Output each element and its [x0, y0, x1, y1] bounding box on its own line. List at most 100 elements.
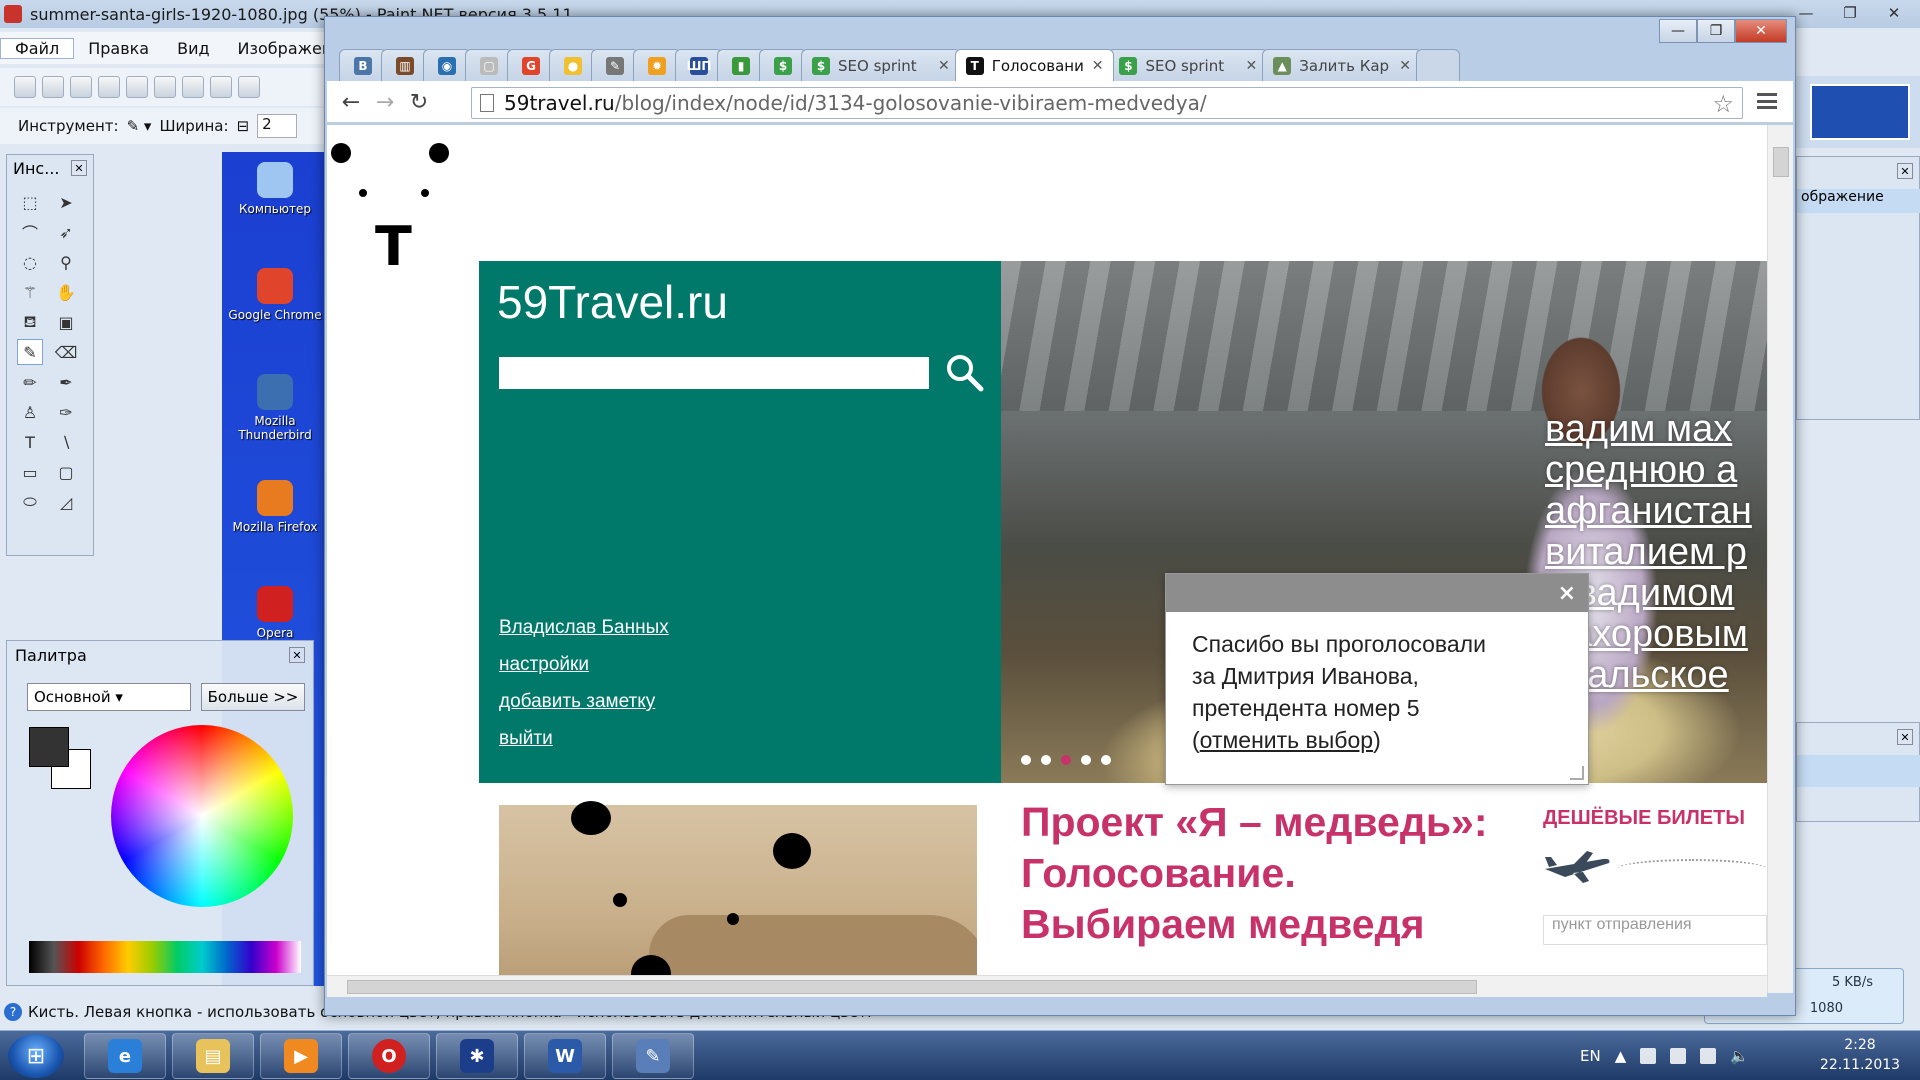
start-button[interactable]: ⊞: [8, 1034, 64, 1078]
chrome-menu-icon[interactable]: [1757, 91, 1777, 111]
close-icon[interactable]: ✕: [1897, 163, 1913, 179]
paintbrush-icon[interactable]: ✎: [17, 339, 43, 365]
taskbar-ie[interactable]: e: [84, 1033, 166, 1079]
tab[interactable]: ▮: [717, 49, 765, 81]
taskbar-opera[interactable]: O: [348, 1033, 430, 1079]
layer-row[interactable]: ображение: [1797, 189, 1920, 213]
close-icon[interactable]: ✕: [1874, 2, 1914, 24]
new-file-icon[interactable]: [14, 76, 36, 98]
taskbar-word[interactable]: W: [524, 1033, 606, 1079]
rectangle-icon[interactable]: ▭: [17, 459, 43, 485]
tab[interactable]: $ SEO sprint ✕: [801, 49, 961, 81]
desktop-icon-chrome[interactable]: Google Chrome: [222, 268, 328, 322]
rounded-rectangle-icon[interactable]: ▢: [53, 459, 79, 485]
color-picker-icon[interactable]: ✒: [53, 369, 79, 395]
close-icon[interactable]: ✕: [289, 647, 305, 663]
copy-icon[interactable]: [154, 76, 176, 98]
ellipse-icon[interactable]: ⬭: [17, 489, 43, 515]
close-icon[interactable]: ✕: [71, 160, 87, 176]
paint-bucket-icon[interactable]: ⛾: [17, 309, 43, 335]
width-decrement-icon[interactable]: ⊟: [237, 117, 250, 135]
zoom-icon[interactable]: ⚲: [53, 249, 79, 275]
eraser-icon[interactable]: ⌫: [53, 339, 79, 365]
tab-close-icon[interactable]: ✕: [938, 58, 950, 74]
search-icon[interactable]: [943, 351, 987, 395]
network-icon[interactable]: [1670, 1048, 1687, 1064]
history-row[interactable]: [1797, 755, 1920, 787]
slider-dot[interactable]: [1101, 755, 1111, 765]
taskbar-paint-net[interactable]: ✎: [612, 1033, 694, 1079]
tab-close-icon[interactable]: ✕: [1092, 58, 1104, 74]
user-name-link[interactable]: Владислав Банных: [499, 617, 669, 639]
cut-icon[interactable]: [126, 76, 148, 98]
tab[interactable]: B: [339, 49, 387, 81]
width-input[interactable]: 2: [257, 114, 298, 138]
taskbar-adidas[interactable]: ✱: [436, 1033, 518, 1079]
forward-icon[interactable]: →: [371, 89, 399, 115]
paste-icon[interactable]: [182, 76, 204, 98]
scrollbar-thumb[interactable]: [1773, 147, 1789, 177]
site-t-logo[interactable]: T: [375, 215, 412, 278]
new-tab-button[interactable]: [1415, 49, 1460, 81]
clone-stamp-icon[interactable]: ♙: [17, 399, 43, 425]
tab[interactable]: ▥: [381, 49, 429, 81]
address-bar[interactable]: 59travel.ru/blog/index/node/id/3134-golo…: [471, 87, 1743, 119]
close-icon[interactable]: ✕: [1735, 19, 1787, 43]
palette-mode-select[interactable]: Основной ▾: [27, 683, 191, 711]
tab[interactable]: ◉: [423, 49, 471, 81]
volume-icon[interactable]: 🔈: [1730, 1047, 1749, 1065]
magic-wand-icon[interactable]: ⚚: [17, 279, 43, 305]
open-file-icon[interactable]: [42, 76, 64, 98]
palette-color-strip[interactable]: [29, 941, 301, 973]
desktop-icon-firefox[interactable]: Mozilla Firefox: [222, 480, 328, 534]
slider-dot[interactable]: [1041, 755, 1051, 765]
tab-close-icon[interactable]: ✕: [1245, 58, 1257, 74]
close-icon[interactable]: ✕: [1897, 729, 1913, 745]
desktop-icon-thunderbird[interactable]: Mozilla Thunderbird: [222, 374, 328, 442]
restore-icon[interactable]: ❐: [1697, 19, 1735, 43]
settings-link[interactable]: настройки: [499, 654, 669, 676]
tab[interactable]: ▢: [465, 49, 513, 81]
tab[interactable]: G: [507, 49, 555, 81]
usb-icon[interactable]: [1700, 1048, 1717, 1064]
resize-grip-icon[interactable]: [1570, 766, 1584, 780]
recolor-icon[interactable]: ✑: [53, 399, 79, 425]
cancel-vote-link[interactable]: отменить выбор: [1200, 727, 1373, 753]
text-icon[interactable]: T: [17, 429, 43, 455]
tab[interactable]: ✎: [591, 49, 639, 81]
logout-link[interactable]: выйти: [499, 728, 669, 750]
article-image[interactable]: [499, 805, 977, 993]
slider-dot[interactable]: [1081, 755, 1091, 765]
menu-edit[interactable]: Правка: [74, 39, 163, 58]
clock[interactable]: 2:28 22.11.2013: [1810, 1035, 1910, 1075]
add-note-link[interactable]: добавить заметку: [499, 691, 669, 713]
reload-icon[interactable]: ↻: [405, 89, 433, 115]
tab[interactable]: $: [759, 49, 807, 81]
article-title[interactable]: Проект «Я – медведь»: Голосование. Выбир…: [1021, 797, 1501, 950]
lasso-icon[interactable]: ⌒: [17, 219, 43, 245]
slider-dot[interactable]: [1021, 755, 1031, 765]
gradient-icon[interactable]: ▣: [53, 309, 79, 335]
pencil-icon[interactable]: ✏: [17, 369, 43, 395]
bookmark-star-icon[interactable]: ☆: [1712, 90, 1734, 118]
brush-icon[interactable]: ✎ ▾: [127, 117, 152, 135]
site-logo[interactable]: 59Travel.ru: [497, 275, 728, 329]
tab-active[interactable]: T Голосовани ✕: [954, 49, 1115, 81]
restore-icon[interactable]: ❐: [1830, 2, 1870, 24]
back-icon[interactable]: ←: [337, 89, 365, 115]
line-icon[interactable]: ∖: [53, 429, 79, 455]
taskbar-media-player[interactable]: ▶: [260, 1033, 342, 1079]
image-thumbnail[interactable]: [1810, 84, 1910, 140]
tab[interactable]: $ SEO sprint ✕: [1108, 49, 1269, 81]
language-indicator[interactable]: EN: [1580, 1047, 1601, 1065]
tab-close-icon[interactable]: ✕: [1399, 58, 1411, 74]
pan-icon[interactable]: ✋: [53, 279, 79, 305]
vertical-scrollbar[interactable]: [1767, 125, 1793, 993]
slider-dot[interactable]: [1061, 755, 1071, 765]
move-icon[interactable]: ➶: [53, 219, 79, 245]
menu-file[interactable]: Файл: [0, 37, 75, 59]
tray-expand-icon[interactable]: ▲: [1615, 1047, 1627, 1065]
save-icon[interactable]: [70, 76, 92, 98]
desktop-icon-computer[interactable]: Компьютер: [222, 162, 328, 216]
tab[interactable]: ✹: [633, 49, 681, 81]
